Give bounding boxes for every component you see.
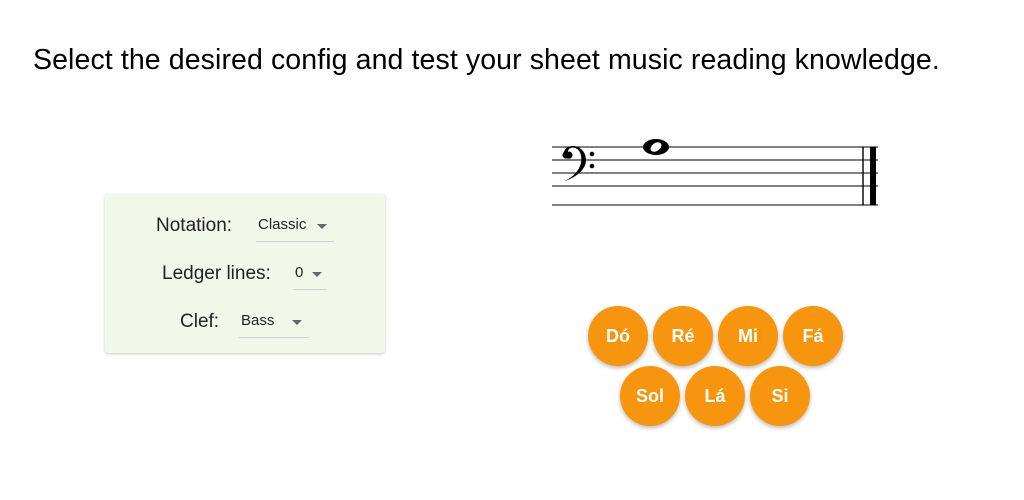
ledger-lines-value: 0 [295,264,304,281]
chevron-down-icon [292,320,302,325]
bass-clef-icon [562,146,595,181]
ledger-lines-label: Ledger lines: [162,263,271,284]
notation-row: Notation: Classic [105,211,385,242]
clef-row: Clef: Bass [105,307,385,338]
note-button-la[interactable]: Lá [685,366,745,426]
note-button-do[interactable]: Dó [588,306,648,366]
ledger-lines-select[interactable]: 0 [293,259,327,290]
chevron-down-icon [317,224,327,229]
clef-value: Bass [241,312,275,329]
clef-label: Clef: [180,311,220,332]
notation-value: Classic [258,216,307,233]
barline-thick [870,147,876,205]
notation-label: Notation: [156,215,233,236]
clef-select[interactable]: Bass [239,307,309,338]
music-staff [552,139,878,206]
ledger-lines-row: Ledger lines: 0 [105,259,385,290]
notation-select[interactable]: Classic [256,211,334,242]
whole-note-icon [643,139,669,155]
page-title: Select the desired config and test your … [33,44,940,76]
note-button-re[interactable]: Ré [653,306,713,366]
config-panel: Notation: Classic Ledger lines: 0 Clef: … [105,194,385,353]
chevron-down-icon [312,272,322,277]
note-button-fa[interactable]: Fá [783,306,843,366]
note-button-si[interactable]: Si [750,366,810,426]
note-button-sol[interactable]: Sol [620,366,680,426]
note-button-mi[interactable]: Mi [718,306,778,366]
